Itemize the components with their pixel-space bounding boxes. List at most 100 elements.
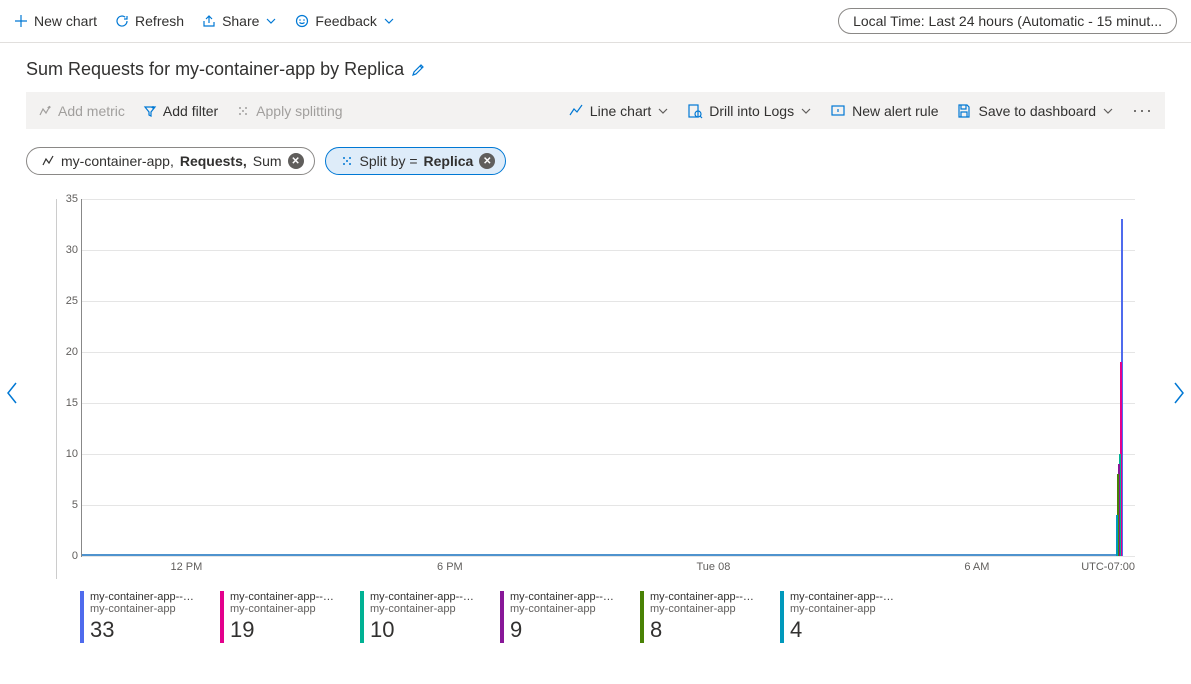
new-chart-button[interactable]: New chart	[14, 13, 97, 29]
x-tick-label: 6 PM	[437, 561, 463, 573]
chart-type-label: Line chart	[590, 103, 651, 119]
new-chart-label: New chart	[34, 13, 97, 29]
apply-splitting-label: Apply splitting	[256, 103, 342, 119]
color-swatch	[220, 591, 224, 643]
refresh-button[interactable]: Refresh	[115, 13, 184, 29]
gridline	[82, 403, 1135, 404]
chart-title: Sum Requests for my-container-app by Rep…	[26, 59, 404, 80]
y-tick-label: 0	[60, 550, 78, 562]
next-time-arrow[interactable]	[1171, 379, 1187, 410]
legend-series-sub: my-container-app	[230, 603, 340, 615]
split-pill-value: Replica	[424, 153, 474, 169]
edit-title-icon[interactable]	[410, 62, 426, 78]
save-to-dashboard-button[interactable]: Save to dashboard	[956, 103, 1114, 119]
add-metric-label: Add metric	[58, 103, 125, 119]
gridline	[82, 352, 1135, 353]
y-tick-label: 10	[60, 448, 78, 460]
y-tick-label: 30	[60, 244, 78, 256]
x-tick-label: 12 PM	[170, 561, 202, 573]
data-baseline	[82, 554, 1123, 556]
split-icon	[236, 104, 250, 118]
plot-region[interactable]: 05101520253035	[81, 199, 1135, 557]
metric-pill-metric: Requests,	[180, 153, 247, 169]
legend-series-value: 8	[650, 617, 760, 643]
split-icon-small	[340, 154, 354, 168]
sparkle-icon	[38, 104, 52, 118]
legend-item[interactable]: my-container-app--h7...my-container-app 1…	[220, 591, 340, 643]
y-tick-label: 20	[60, 346, 78, 358]
timezone-label: UTC-07:00	[1081, 561, 1135, 573]
drill-into-logs-button[interactable]: Drill into Logs	[687, 103, 812, 119]
split-pill[interactable]: Split by = Replica ✕	[325, 147, 507, 175]
add-filter-label: Add filter	[163, 103, 218, 119]
data-spike	[1116, 515, 1118, 556]
share-button[interactable]: Share	[202, 13, 277, 29]
legend-series-value: 4	[790, 617, 900, 643]
top-toolbar: New chart Refresh Share Feedback Local T…	[0, 0, 1191, 43]
feedback-label: Feedback	[315, 13, 376, 29]
legend-series-sub: my-container-app	[510, 603, 620, 615]
more-options-button[interactable]: ···	[1132, 100, 1153, 121]
add-filter-button[interactable]: Add filter	[143, 103, 218, 119]
add-metric-button[interactable]: Add metric	[38, 103, 125, 119]
chart-plot-area: 05101520253035 12 PM6 PMTue 086 AMUTC-07…	[56, 199, 1135, 579]
share-label: Share	[222, 13, 259, 29]
plus-icon	[14, 14, 28, 28]
legend-series-name: my-container-app--h7...	[90, 591, 200, 603]
metric-pill[interactable]: my-container-app, Requests, Sum ✕	[26, 147, 315, 175]
metric-icon-small	[41, 154, 55, 168]
refresh-icon	[115, 14, 129, 28]
new-alert-rule-button[interactable]: New alert rule	[830, 103, 938, 119]
metric-pill-agg: Sum	[253, 153, 282, 169]
drill-logs-label: Drill into Logs	[709, 103, 794, 119]
legend-series-value: 19	[230, 617, 340, 643]
gridline	[82, 556, 1135, 557]
legend-series-sub: my-container-app	[90, 603, 200, 615]
color-swatch	[780, 591, 784, 643]
legend-series-name: my-container-app--h7...	[650, 591, 760, 603]
prev-time-arrow[interactable]	[4, 379, 20, 410]
remove-metric-icon[interactable]: ✕	[288, 153, 304, 169]
smiley-icon	[295, 14, 309, 28]
chart-title-row: Sum Requests for my-container-app by Rep…	[0, 43, 1191, 92]
remove-split-icon[interactable]: ✕	[479, 153, 495, 169]
legend-item[interactable]: my-container-app--h7...my-container-app 4	[780, 591, 900, 643]
legend-series-name: my-container-app--h7...	[230, 591, 340, 603]
feedback-button[interactable]: Feedback	[295, 13, 394, 29]
legend-series-name: my-container-app--h7...	[510, 591, 620, 603]
apply-splitting-button[interactable]: Apply splitting	[236, 103, 342, 119]
legend-series-value: 9	[510, 617, 620, 643]
legend-item[interactable]: my-container-app--h7...my-container-app 9	[500, 591, 620, 643]
chart-type-dropdown[interactable]: Line chart	[568, 103, 669, 119]
legend-series-sub: my-container-app	[370, 603, 480, 615]
gridline	[82, 505, 1135, 506]
chevron-down-icon	[800, 105, 812, 117]
new-alert-label: New alert rule	[852, 103, 938, 119]
gridline	[82, 301, 1135, 302]
line-chart-icon	[568, 103, 584, 119]
metric-editor-bar: Add metric Add filter Apply splitting Li…	[26, 92, 1165, 129]
legend-item[interactable]: my-container-app--h7...my-container-app3…	[80, 591, 200, 643]
legend-series-name: my-container-app--h7...	[790, 591, 900, 603]
gridline	[82, 199, 1135, 200]
legend-item[interactable]: my-container-app--h7...my-container-app8	[640, 591, 760, 643]
legend-item[interactable]: my-container-app--h7...my-container-app1…	[360, 591, 480, 643]
time-range-picker[interactable]: Local Time: Last 24 hours (Automatic - 1…	[838, 8, 1177, 34]
logs-icon	[687, 103, 703, 119]
y-tick-label: 5	[60, 499, 78, 511]
time-range-label: Local Time: Last 24 hours (Automatic - 1…	[853, 13, 1162, 29]
query-pills: my-container-app, Requests, Sum ✕ Split …	[0, 147, 1191, 189]
chevron-down-icon	[1102, 105, 1114, 117]
legend-series-sub: my-container-app	[790, 603, 900, 615]
gridline	[82, 250, 1135, 251]
save-icon	[956, 103, 972, 119]
refresh-label: Refresh	[135, 13, 184, 29]
x-tick-label: Tue 08	[696, 561, 730, 573]
y-tick-label: 15	[60, 397, 78, 409]
split-pill-prefix: Split by =	[360, 153, 418, 169]
gridline	[82, 454, 1135, 455]
legend-series-value: 10	[370, 617, 480, 643]
alert-icon	[830, 103, 846, 119]
color-swatch	[640, 591, 644, 643]
chevron-down-icon	[265, 15, 277, 27]
